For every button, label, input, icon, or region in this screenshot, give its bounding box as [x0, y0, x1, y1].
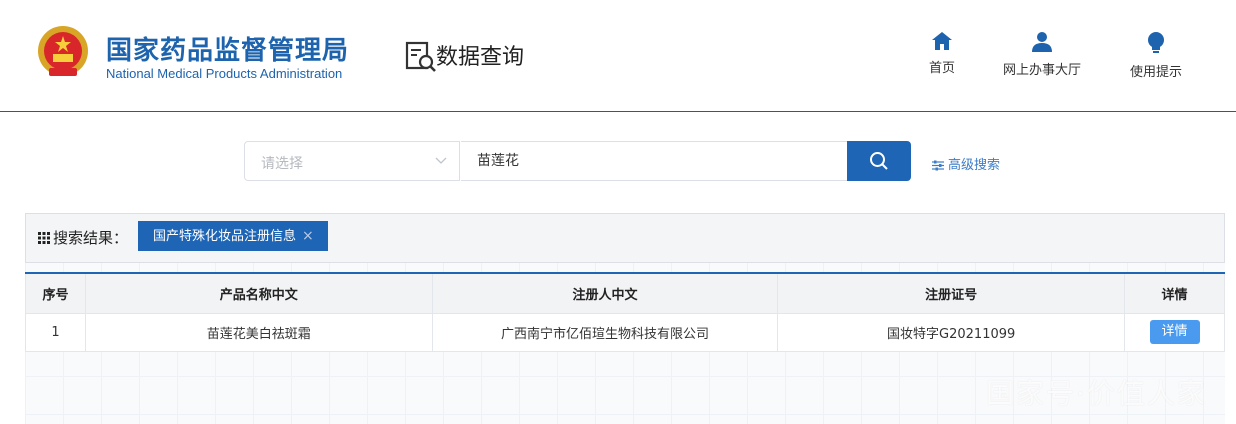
cell-registrant: 广西南宁市亿佰瑄生物科技有限公司: [431, 312, 779, 352]
cell-product-name: 苗莲花美白祛斑霜: [84, 312, 433, 352]
page-title: 数据查询: [436, 45, 525, 70]
user-icon: [1032, 32, 1052, 52]
filter-sliders-icon: [932, 160, 944, 171]
header-index: 序号: [25, 273, 86, 314]
cell-cert-no: 国妆特字G20211099: [777, 312, 1126, 352]
detail-button[interactable]: 详情: [1149, 320, 1200, 344]
advanced-search-link[interactable]: 高级搜索: [932, 154, 1000, 173]
category-select[interactable]: 请选择: [244, 141, 460, 181]
header-product-name: 产品名称中文: [84, 273, 433, 314]
nav-home-label: 首页: [928, 61, 955, 76]
header-detail: 详情: [1124, 273, 1225, 314]
table-header-row: 序号 产品名称中文 注册人中文 注册证号 详情: [25, 273, 1225, 314]
results-label: 搜索结果：: [38, 227, 128, 248]
nav-home[interactable]: 首页: [924, 32, 960, 76]
close-icon[interactable]: ×: [302, 228, 314, 244]
advanced-search-label: 高级搜索: [948, 158, 1001, 173]
nav-usage-tips[interactable]: 使用提示: [1124, 32, 1188, 80]
chevron-down-icon: [435, 157, 447, 164]
brand-title-en: National Medical Products Administration: [106, 66, 343, 81]
document-search-icon: [405, 41, 436, 72]
national-emblem-icon: [38, 26, 88, 76]
table-row: 1 苗莲花美白祛斑霜 广西南宁市亿佰瑄生物科技有限公司 国妆特字G2021109…: [25, 312, 1225, 352]
nav-online-hall-label: 网上办事大厅: [1002, 63, 1081, 78]
results-table: 序号 产品名称中文 注册人中文 注册证号 详情 1 苗莲花美白祛斑霜 广西南宁市…: [25, 272, 1225, 352]
header-registrant: 注册人中文: [431, 273, 779, 314]
filter-tag-label: 国产特殊化妆品注册信息: [153, 229, 297, 244]
lightbulb-icon: [1148, 32, 1164, 53]
nav-online-hall[interactable]: 网上办事大厅: [996, 32, 1088, 78]
header-cert-no: 注册证号: [777, 273, 1126, 314]
home-icon: [932, 32, 952, 50]
cell-index: 1: [25, 312, 86, 352]
cell-detail: 详情: [1124, 312, 1225, 352]
category-select-placeholder: 请选择: [261, 156, 303, 172]
grid-icon: [38, 232, 50, 244]
brand-title-cn: 国家药品监督管理局: [106, 36, 350, 66]
site-header: 国家药品监督管理局 National Medical Products Admi…: [0, 0, 1236, 112]
results-label-text: 搜索结果：: [53, 229, 129, 247]
results-bar: 搜索结果： 国产特殊化妆品注册信息 ×: [25, 213, 1225, 263]
watermark: 国家号·价值人家: [986, 377, 1207, 410]
filter-tag: 国产特殊化妆品注册信息 ×: [138, 221, 328, 251]
search-icon: [870, 152, 888, 170]
nav-usage-tips-label: 使用提示: [1129, 65, 1182, 80]
search-button[interactable]: [847, 141, 911, 181]
search-input[interactable]: 苗莲花: [461, 141, 849, 181]
